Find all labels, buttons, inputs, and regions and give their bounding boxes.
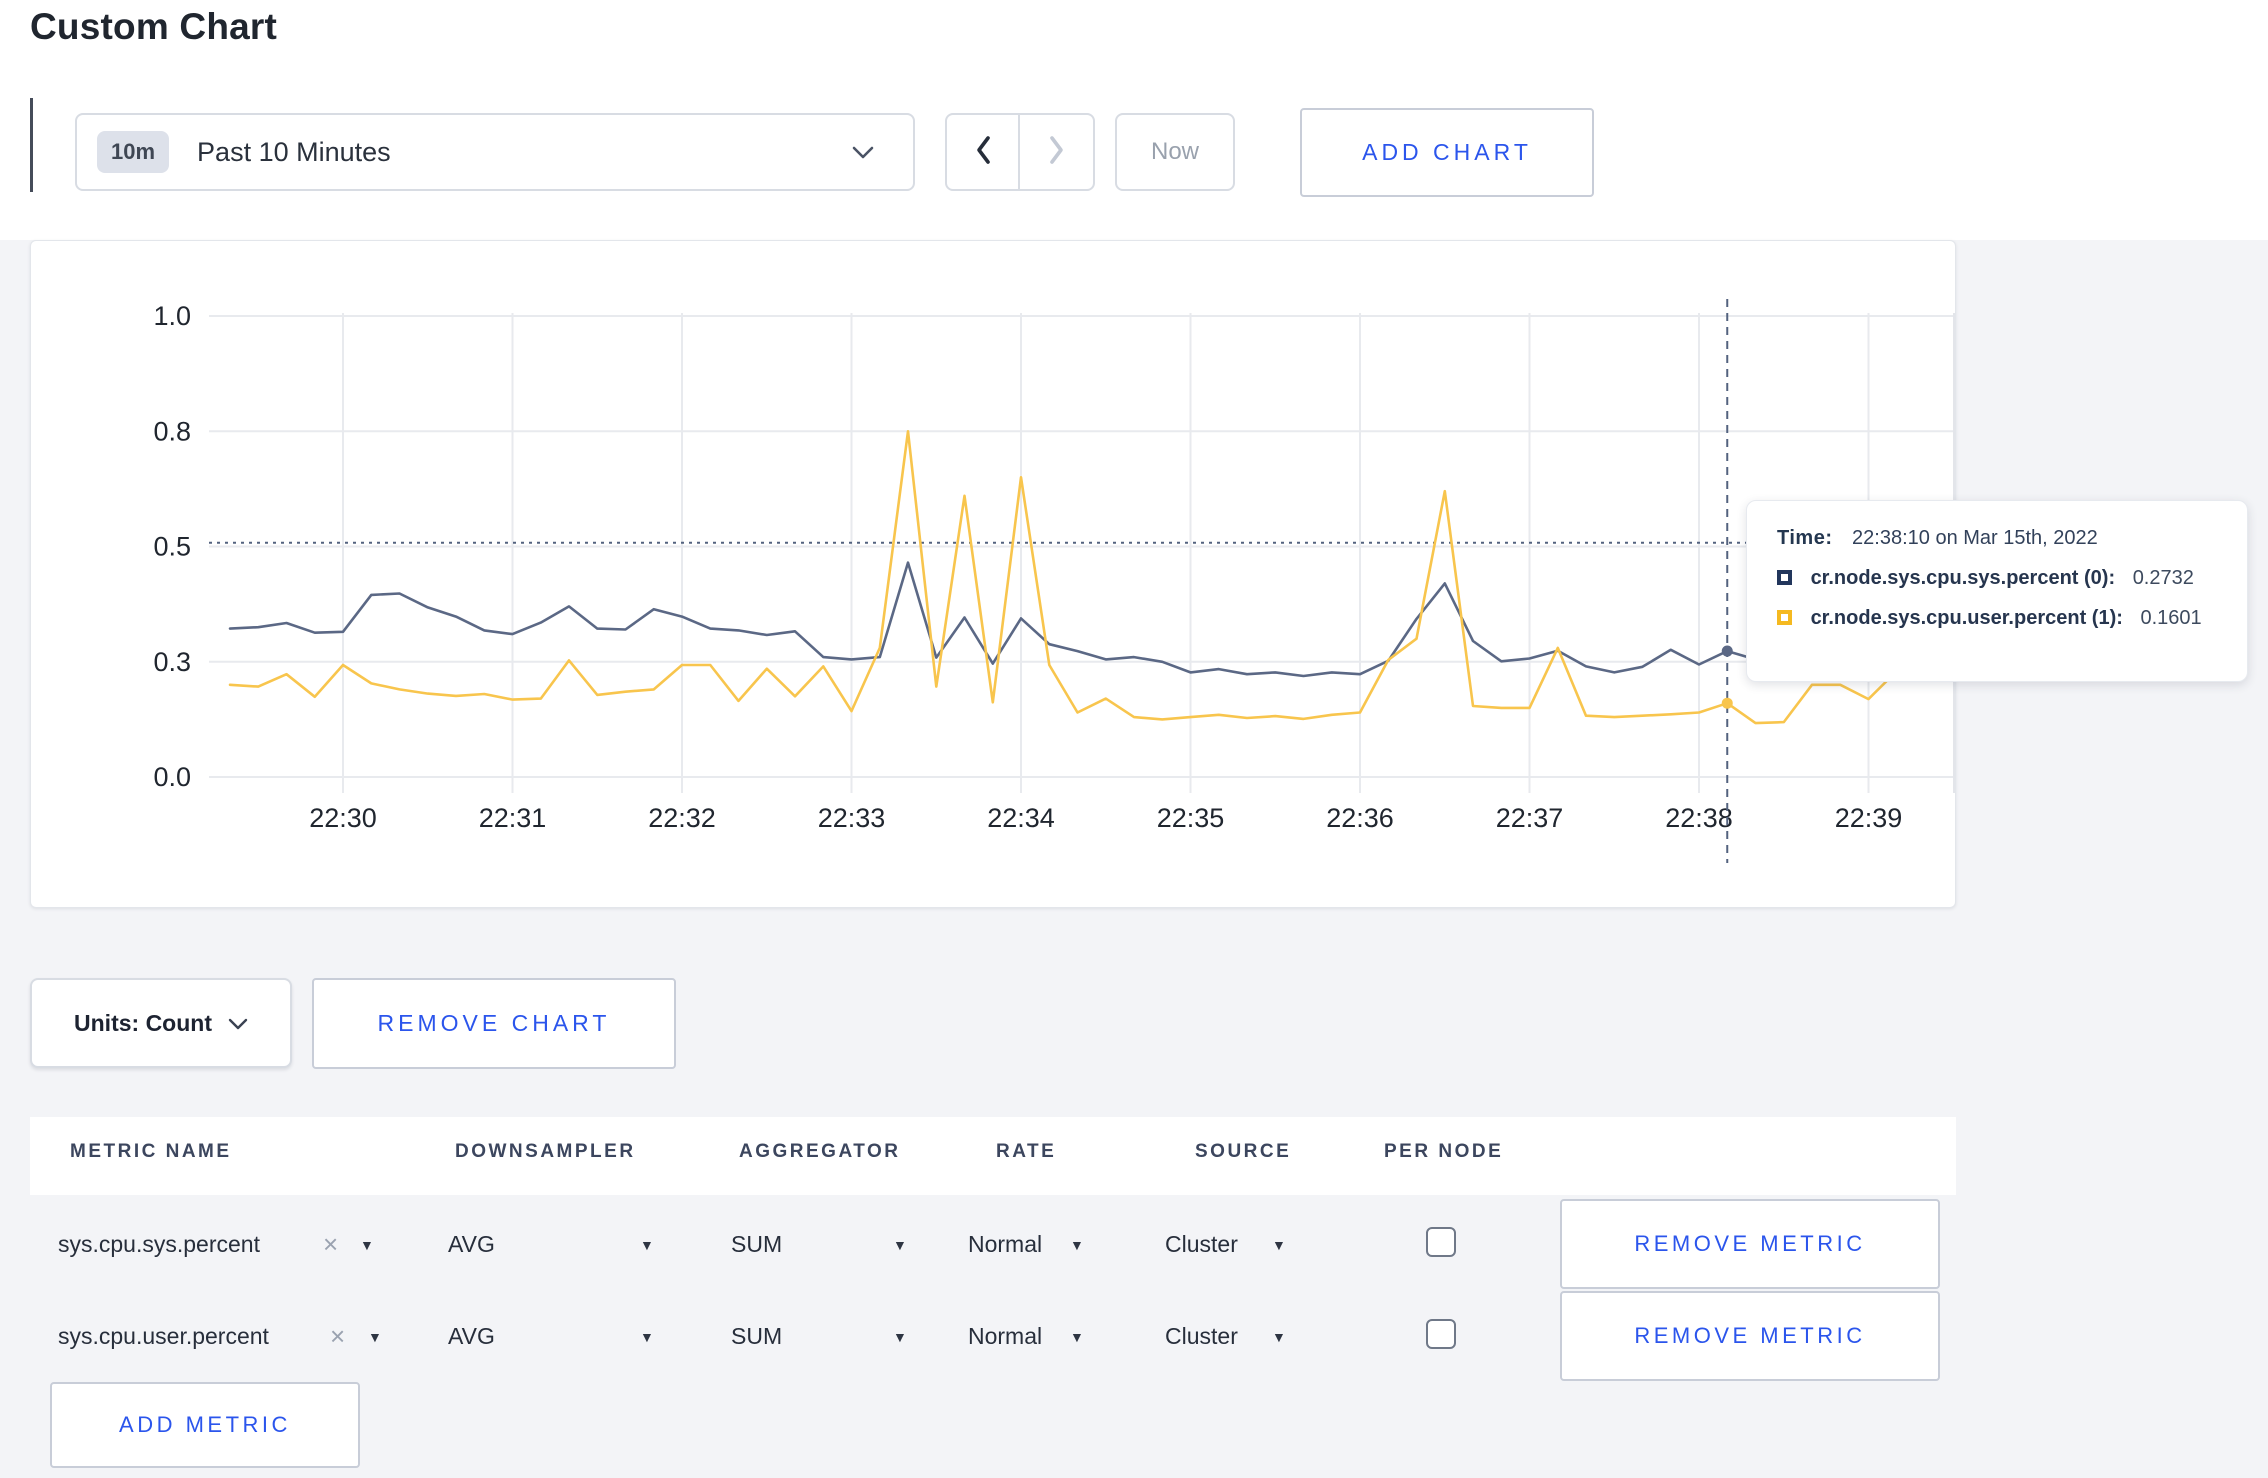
caret-down-icon[interactable]: ▼ xyxy=(1272,1237,1286,1253)
tooltip-series-sys-value: 0.2732 xyxy=(2132,567,2194,589)
chevron-right-icon xyxy=(1047,134,1067,171)
per-node-checkbox[interactable] xyxy=(1426,1319,1456,1349)
svg-text:0.8: 0.8 xyxy=(153,416,191,446)
metric-row: sys.cpu.sys.percent × ▼ AVG ▼ SUM ▼ Norm… xyxy=(0,1199,2268,1291)
remove-metric-button[interactable]: REMOVE METRIC xyxy=(1560,1291,1940,1381)
col-downsampler: DOWNSAMPLER xyxy=(455,1141,636,1162)
remove-metric-label: REMOVE METRIC xyxy=(1634,1323,1866,1348)
tooltip-series-sys-label: cr.node.sys.cpu.sys.percent (0): xyxy=(1810,567,2116,589)
time-range-dropdown[interactable]: 10m Past 10 Minutes xyxy=(75,113,915,191)
timeseries-chart[interactable]: 0.0 0.3 0.5 0.8 1.0 22:30 22:31 22:32 22:33 22:34… xyxy=(31,241,1957,909)
col-rate: RATE xyxy=(996,1141,1057,1162)
remove-metric-label: REMOVE METRIC xyxy=(1634,1231,1866,1256)
metrics-table-header: METRIC NAME DOWNSAMPLER AGGREGATOR RATE … xyxy=(30,1117,1956,1195)
chart-card: 0.0 0.3 0.5 0.8 1.0 22:30 22:31 22:32 22:33 22:34… xyxy=(30,240,1956,908)
aggregator-select[interactable]: SUM xyxy=(731,1323,782,1350)
svg-text:1.0: 1.0 xyxy=(153,301,191,331)
tooltip-time-label: Time: xyxy=(1777,527,1833,549)
time-window-badge: 10m xyxy=(97,131,170,173)
rate-select[interactable]: Normal xyxy=(968,1231,1042,1258)
chevron-down-icon xyxy=(228,1010,248,1037)
downsampler-select[interactable]: AVG xyxy=(448,1231,495,1258)
svg-text:22:33: 22:33 xyxy=(818,803,886,833)
caret-down-icon[interactable]: ▼ xyxy=(1070,1237,1084,1253)
metric-name-value[interactable]: sys.cpu.user.percent xyxy=(58,1323,269,1350)
series-sys-swatch-icon xyxy=(1777,570,1792,585)
col-per-node: PER NODE xyxy=(1384,1141,1504,1162)
caret-down-icon[interactable]: ▼ xyxy=(1272,1329,1286,1345)
per-node-checkbox[interactable] xyxy=(1426,1227,1456,1257)
caret-down-icon[interactable]: ▼ xyxy=(640,1237,654,1253)
add-metric-button[interactable]: ADD METRIC xyxy=(50,1382,360,1468)
caret-down-icon[interactable]: ▼ xyxy=(360,1237,374,1253)
svg-text:22:32: 22:32 xyxy=(648,803,716,833)
remove-chart-label: REMOVE CHART xyxy=(377,1010,611,1036)
remove-chart-button[interactable]: REMOVE CHART xyxy=(312,978,676,1069)
source-select[interactable]: Cluster xyxy=(1165,1323,1238,1350)
svg-text:22:36: 22:36 xyxy=(1326,803,1394,833)
metric-row: sys.cpu.user.percent × ▼ AVG ▼ SUM ▼ Nor… xyxy=(0,1291,2268,1383)
time-window-label: Past 10 Minutes xyxy=(197,136,391,167)
aggregator-select[interactable]: SUM xyxy=(731,1231,782,1258)
col-metric-name: METRIC NAME xyxy=(70,1141,232,1162)
svg-text:22:37: 22:37 xyxy=(1496,803,1564,833)
tooltip-time-value: 22:38:10 on Mar 15th, 2022 xyxy=(1852,527,2098,549)
remove-metric-button[interactable]: REMOVE METRIC xyxy=(1560,1199,1940,1289)
units-label: Units: Count xyxy=(74,1009,212,1036)
add-chart-button[interactable]: ADD CHART xyxy=(1300,108,1594,197)
add-metric-label: ADD METRIC xyxy=(119,1412,291,1437)
add-chart-label: ADD CHART xyxy=(1362,139,1532,165)
caret-down-icon[interactable]: ▼ xyxy=(368,1329,382,1345)
now-button-label: Now xyxy=(1150,138,1199,165)
svg-text:22:35: 22:35 xyxy=(1157,803,1225,833)
downsampler-select[interactable]: AVG xyxy=(448,1323,495,1350)
col-aggregator: AGGREGATOR xyxy=(739,1141,901,1162)
svg-text:0.5: 0.5 xyxy=(153,532,191,562)
svg-text:22:38: 22:38 xyxy=(1665,803,1733,833)
caret-down-icon[interactable]: ▼ xyxy=(1070,1329,1084,1345)
toolbar-divider xyxy=(30,98,33,192)
page-title: Custom Chart xyxy=(30,6,278,47)
time-pager xyxy=(945,113,1095,191)
rate-select[interactable]: Normal xyxy=(968,1323,1042,1350)
caret-down-icon[interactable]: ▼ xyxy=(893,1329,907,1345)
caret-down-icon[interactable]: ▼ xyxy=(640,1329,654,1345)
now-button[interactable]: Now xyxy=(1115,113,1235,191)
svg-text:22:31: 22:31 xyxy=(479,803,547,833)
previous-timespan-button[interactable] xyxy=(947,115,1020,189)
custom-chart-page: Custom Chart 10m Past 10 Minutes Now ADD… xyxy=(0,0,2268,1478)
next-timespan-button[interactable] xyxy=(1020,115,1093,189)
chevron-left-icon xyxy=(973,134,993,171)
svg-text:22:34: 22:34 xyxy=(987,803,1055,833)
source-select[interactable]: Cluster xyxy=(1165,1231,1238,1258)
units-dropdown[interactable]: Units: Count xyxy=(30,978,292,1068)
svg-text:22:39: 22:39 xyxy=(1835,803,1903,833)
tooltip-series-user-value: 0.1601 xyxy=(2140,607,2202,629)
svg-text:22:30: 22:30 xyxy=(309,803,377,833)
series-user-swatch-icon xyxy=(1777,610,1792,625)
chart-tooltip: Time: 22:38:10 on Mar 15th, 2022 cr.node… xyxy=(1746,500,2248,682)
remove-tag-icon[interactable]: × xyxy=(323,1229,338,1260)
caret-down-icon[interactable]: ▼ xyxy=(893,1237,907,1253)
col-source: SOURCE xyxy=(1195,1141,1292,1162)
remove-tag-icon[interactable]: × xyxy=(330,1321,345,1352)
svg-text:0.0: 0.0 xyxy=(153,762,191,792)
chevron-down-icon xyxy=(851,145,875,166)
tooltip-series-user-label: cr.node.sys.cpu.user.percent (1): xyxy=(1810,607,2123,629)
metric-name-value[interactable]: sys.cpu.sys.percent xyxy=(58,1231,260,1258)
svg-text:0.3: 0.3 xyxy=(153,647,191,677)
